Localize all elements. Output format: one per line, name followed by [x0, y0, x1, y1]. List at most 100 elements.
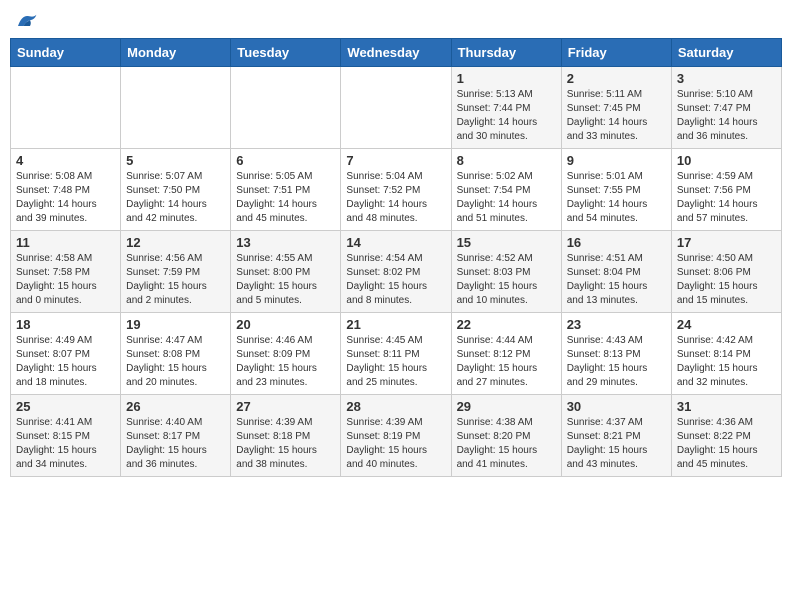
day-info: Sunrise: 4:51 AM Sunset: 8:04 PM Dayligh… [567, 252, 666, 308]
day-number: 3 [677, 71, 776, 86]
day-cell: 25 Sunrise: 4:41 AM Sunset: 8:15 PM Dayli… [11, 395, 121, 477]
day-number: 20 [236, 317, 335, 332]
weekday-header-wednesday: Wednesday [341, 39, 451, 67]
day-cell: 9 Sunrise: 5:01 AM Sunset: 7:55 PM Daylig… [561, 149, 671, 231]
day-number: 19 [126, 317, 225, 332]
day-cell: 2Sunrise: 5:11 AM Sunset: 7:45 PM Daylig… [561, 67, 671, 149]
day-cell [231, 67, 341, 149]
day-info: Sunrise: 4:56 AM Sunset: 7:59 PM Dayligh… [126, 252, 225, 308]
day-cell: 20 Sunrise: 4:46 AM Sunset: 8:09 PM Dayli… [231, 313, 341, 395]
day-cell: 22 Sunrise: 4:44 AM Sunset: 8:12 PM Dayli… [451, 313, 561, 395]
day-info: Sunrise: 5:02 AM Sunset: 7:54 PM Dayligh… [457, 170, 556, 226]
day-cell: 28 Sunrise: 4:39 AM Sunset: 8:19 PM Dayli… [341, 395, 451, 477]
day-number: 9 [567, 153, 666, 168]
day-number: 16 [567, 235, 666, 250]
day-info: Sunrise: 5:01 AM Sunset: 7:55 PM Dayligh… [567, 170, 666, 226]
day-cell: 10 Sunrise: 4:59 AM Sunset: 7:56 PM Dayli… [671, 149, 781, 231]
day-cell: 12Sunrise: 4:56 AM Sunset: 7:59 PM Dayli… [121, 231, 231, 313]
day-info: Sunrise: 4:41 AM Sunset: 8:15 PM Dayligh… [16, 416, 115, 472]
day-cell: 13 Sunrise: 4:55 AM Sunset: 8:00 PM Dayli… [231, 231, 341, 313]
weekday-header-friday: Friday [561, 39, 671, 67]
day-cell: 21Sunrise: 4:45 AM Sunset: 8:11 PM Dayli… [341, 313, 451, 395]
day-info: Sunrise: 4:47 AM Sunset: 8:08 PM Dayligh… [126, 334, 225, 390]
day-cell: 3Sunrise: 5:10 AM Sunset: 7:47 PM Daylig… [671, 67, 781, 149]
day-info: Sunrise: 4:38 AM Sunset: 8:20 PM Dayligh… [457, 416, 556, 472]
day-cell: 27 Sunrise: 4:39 AM Sunset: 8:18 PM Dayli… [231, 395, 341, 477]
day-number: 10 [677, 153, 776, 168]
logo [14, 10, 42, 30]
week-row-5: 25 Sunrise: 4:41 AM Sunset: 8:15 PM Dayli… [11, 395, 782, 477]
day-info: Sunrise: 4:58 AM Sunset: 7:58 PM Dayligh… [16, 252, 115, 308]
day-cell: 18 Sunrise: 4:49 AM Sunset: 8:07 PM Dayli… [11, 313, 121, 395]
day-cell: 7Sunrise: 5:04 AM Sunset: 7:52 PM Daylig… [341, 149, 451, 231]
day-cell: 4Sunrise: 5:08 AM Sunset: 7:48 PM Daylig… [11, 149, 121, 231]
week-row-3: 11 Sunrise: 4:58 AM Sunset: 7:58 PM Dayli… [11, 231, 782, 313]
day-cell: 5 Sunrise: 5:07 AM Sunset: 7:50 PM Daylig… [121, 149, 231, 231]
day-cell: 23Sunrise: 4:43 AM Sunset: 8:13 PM Dayli… [561, 313, 671, 395]
day-number: 7 [346, 153, 445, 168]
day-number: 21 [346, 317, 445, 332]
day-info: Sunrise: 4:55 AM Sunset: 8:00 PM Dayligh… [236, 252, 335, 308]
day-number: 31 [677, 399, 776, 414]
day-number: 25 [16, 399, 115, 414]
day-cell: 15Sunrise: 4:52 AM Sunset: 8:03 PM Dayli… [451, 231, 561, 313]
day-info: Sunrise: 5:05 AM Sunset: 7:51 PM Dayligh… [236, 170, 335, 226]
day-number: 28 [346, 399, 445, 414]
day-info: Sunrise: 4:49 AM Sunset: 8:07 PM Dayligh… [16, 334, 115, 390]
day-number: 22 [457, 317, 556, 332]
day-info: Sunrise: 4:39 AM Sunset: 8:19 PM Dayligh… [346, 416, 445, 472]
day-cell [121, 67, 231, 149]
week-row-2: 4Sunrise: 5:08 AM Sunset: 7:48 PM Daylig… [11, 149, 782, 231]
day-number: 5 [126, 153, 225, 168]
day-info: Sunrise: 4:42 AM Sunset: 8:14 PM Dayligh… [677, 334, 776, 390]
day-cell: 26 Sunrise: 4:40 AM Sunset: 8:17 PM Dayli… [121, 395, 231, 477]
day-cell [11, 67, 121, 149]
day-info: Sunrise: 5:13 AM Sunset: 7:44 PM Dayligh… [457, 88, 556, 144]
week-row-1: 1 Sunrise: 5:13 AM Sunset: 7:44 PM Daylig… [11, 67, 782, 149]
day-cell: 29 Sunrise: 4:38 AM Sunset: 8:20 PM Dayli… [451, 395, 561, 477]
day-cell [341, 67, 451, 149]
day-number: 11 [16, 235, 115, 250]
day-info: Sunrise: 4:39 AM Sunset: 8:18 PM Dayligh… [236, 416, 335, 472]
page-header [10, 10, 782, 30]
day-number: 4 [16, 153, 115, 168]
weekday-header-sunday: Sunday [11, 39, 121, 67]
day-number: 27 [236, 399, 335, 414]
day-info: Sunrise: 4:37 AM Sunset: 8:21 PM Dayligh… [567, 416, 666, 472]
day-info: Sunrise: 4:43 AM Sunset: 8:13 PM Dayligh… [567, 334, 666, 390]
day-number: 14 [346, 235, 445, 250]
day-number: 18 [16, 317, 115, 332]
weekday-header-saturday: Saturday [671, 39, 781, 67]
day-cell: 14 Sunrise: 4:54 AM Sunset: 8:02 PM Dayli… [341, 231, 451, 313]
day-info: Sunrise: 4:50 AM Sunset: 8:06 PM Dayligh… [677, 252, 776, 308]
day-cell: 24Sunrise: 4:42 AM Sunset: 8:14 PM Dayli… [671, 313, 781, 395]
day-number: 13 [236, 235, 335, 250]
day-cell: 8 Sunrise: 5:02 AM Sunset: 7:54 PM Daylig… [451, 149, 561, 231]
weekday-header-monday: Monday [121, 39, 231, 67]
day-info: Sunrise: 4:40 AM Sunset: 8:17 PM Dayligh… [126, 416, 225, 472]
week-row-4: 18 Sunrise: 4:49 AM Sunset: 8:07 PM Dayli… [11, 313, 782, 395]
day-info: Sunrise: 5:07 AM Sunset: 7:50 PM Dayligh… [126, 170, 225, 226]
day-info: Sunrise: 4:44 AM Sunset: 8:12 PM Dayligh… [457, 334, 556, 390]
day-number: 29 [457, 399, 556, 414]
day-cell: 31 Sunrise: 4:36 AM Sunset: 8:22 PM Dayli… [671, 395, 781, 477]
weekday-header-tuesday: Tuesday [231, 39, 341, 67]
day-number: 30 [567, 399, 666, 414]
weekday-header-row: SundayMondayTuesdayWednesdayThursdayFrid… [11, 39, 782, 67]
day-cell: 19 Sunrise: 4:47 AM Sunset: 8:08 PM Dayli… [121, 313, 231, 395]
day-cell: 6Sunrise: 5:05 AM Sunset: 7:51 PM Daylig… [231, 149, 341, 231]
day-info: Sunrise: 4:46 AM Sunset: 8:09 PM Dayligh… [236, 334, 335, 390]
day-number: 1 [457, 71, 556, 86]
day-cell: 16 Sunrise: 4:51 AM Sunset: 8:04 PM Dayli… [561, 231, 671, 313]
day-number: 8 [457, 153, 556, 168]
day-info: Sunrise: 4:59 AM Sunset: 7:56 PM Dayligh… [677, 170, 776, 226]
day-info: Sunrise: 4:52 AM Sunset: 8:03 PM Dayligh… [457, 252, 556, 308]
day-number: 17 [677, 235, 776, 250]
day-cell: 30 Sunrise: 4:37 AM Sunset: 8:21 PM Dayli… [561, 395, 671, 477]
day-info: Sunrise: 4:54 AM Sunset: 8:02 PM Dayligh… [346, 252, 445, 308]
day-number: 2 [567, 71, 666, 86]
day-info: Sunrise: 4:36 AM Sunset: 8:22 PM Dayligh… [677, 416, 776, 472]
day-number: 26 [126, 399, 225, 414]
logo-bird-icon [14, 10, 38, 30]
calendar-table: SundayMondayTuesdayWednesdayThursdayFrid… [10, 38, 782, 477]
